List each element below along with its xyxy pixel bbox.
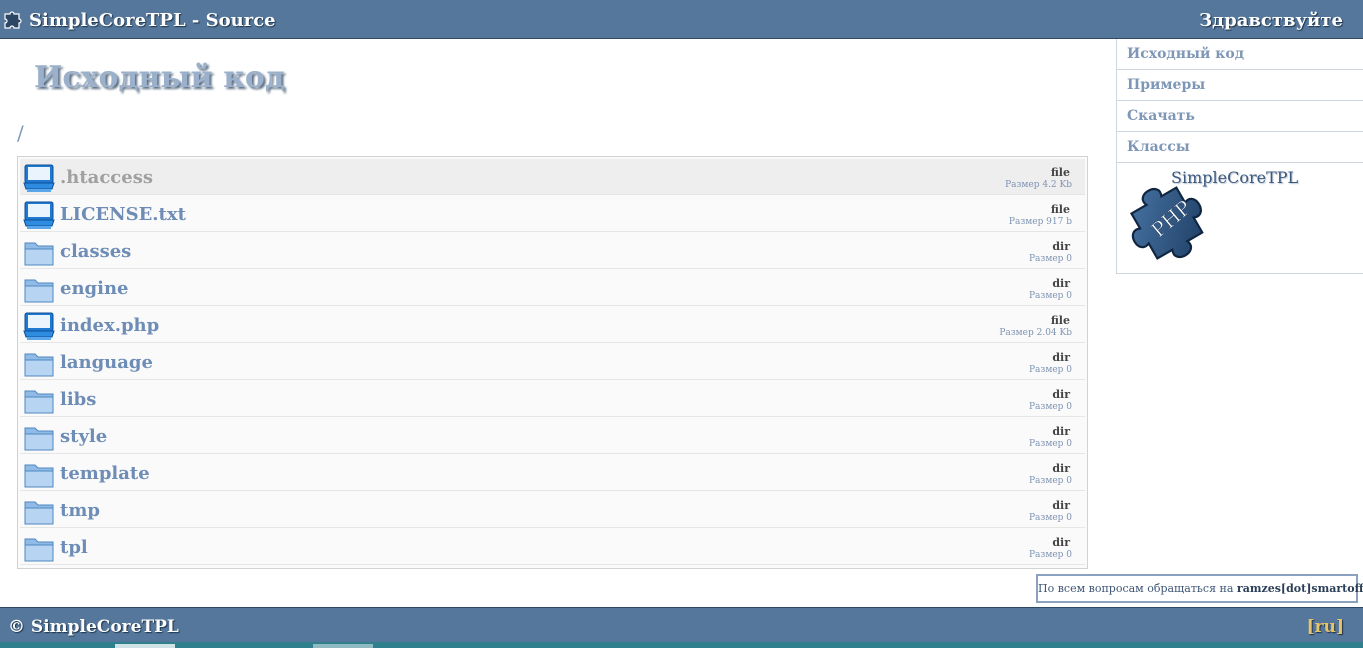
file-size-label: Размер 2.04 Kb [999,328,1072,338]
file-size-label: Размер 917 b [1008,217,1072,227]
file-size-label: Размер 0 [1028,550,1072,560]
folder-icon[interactable] [23,348,55,378]
file-name-link[interactable]: tmp [60,500,100,521]
contact-box: По всем вопросам обращаться на ramzes[do… [1036,574,1363,603]
file-icon[interactable] [23,163,55,193]
top-header: SimpleCoreTPL - Source Здравствуйте [0,0,1363,39]
file-row[interactable]: classes dir Размер 0 [20,233,1085,269]
file-type-label: dir [1052,388,1070,401]
copyright-text: © SimpleCoreTPL [8,617,179,637]
file-type-label: dir [1052,462,1070,475]
file-row[interactable]: engine dir Размер 0 [20,270,1085,306]
sidebar-item-label[interactable]: Примеры [1127,77,1205,93]
file-name-link[interactable]: style [60,426,107,447]
contact-text: По всем вопросам обращаться на [1038,582,1237,595]
sidebar-item-label[interactable]: Скачать [1127,108,1195,124]
breadcrumb-root[interactable]: / [17,121,24,145]
file-row[interactable]: index.php file Размер 2.04 Kb [20,307,1085,343]
file-list: .htaccess file Размер 4.2 Kb LICENSE.txt fil… [17,156,1088,569]
file-icon[interactable] [23,200,55,230]
file-icon[interactable] [23,311,55,341]
file-size-label: Размер 0 [1028,365,1072,375]
file-type-label: dir [1052,536,1070,549]
sidebar: Исходный код Примеры Скачать Классы PHP … [1116,39,1363,274]
folder-icon[interactable] [23,237,55,267]
puzzle-logo-icon[interactable] [2,8,24,30]
file-type-label: file [1050,314,1070,327]
sidebar-item-examples[interactable]: Примеры [1117,70,1363,101]
file-type-label: dir [1052,240,1070,253]
folder-icon[interactable] [23,459,55,489]
logo-caption: SimpleCoreTPL [1171,168,1299,187]
file-name-link[interactable]: .htaccess [60,167,153,188]
file-type-label: dir [1052,351,1070,364]
file-type-label: file [1050,203,1070,216]
file-size-label: Размер 0 [1028,476,1072,486]
file-row[interactable]: template dir Размер 0 [20,455,1085,491]
site-title[interactable]: SimpleCoreTPL - Source [29,10,276,31]
file-name-link[interactable]: index.php [60,315,159,336]
file-name-link[interactable]: template [60,463,150,484]
taskbar-button[interactable] [115,644,175,648]
file-size-label: Размер 0 [1028,513,1072,523]
file-name-link[interactable]: tpl [60,537,88,558]
sidebar-item-label[interactable]: Классы [1127,139,1190,155]
sidebar-item-source[interactable]: Исходный код [1117,39,1363,70]
file-size-label: Размер 0 [1028,402,1072,412]
file-row[interactable]: .htaccess file Размер 4.2 Kb [20,159,1085,195]
file-name-link[interactable]: libs [60,389,96,410]
file-type-label: file [1050,166,1070,179]
folder-icon[interactable] [23,496,55,526]
file-name-link[interactable]: language [60,352,153,373]
file-row[interactable]: libs dir Размер 0 [20,381,1085,417]
file-type-label: dir [1052,499,1070,512]
file-row[interactable]: style dir Размер 0 [20,418,1085,454]
file-row[interactable]: LICENSE.txt file Размер 917 b [20,196,1085,232]
file-name-link[interactable]: engine [60,278,129,299]
taskbar-button[interactable] [313,644,373,648]
file-row[interactable]: tmp dir Размер 0 [20,492,1085,528]
folder-icon[interactable] [23,422,55,452]
file-type-label: dir [1052,425,1070,438]
contact-email[interactable]: ramzes[dot]smartoff.net [1237,582,1363,595]
folder-icon[interactable] [23,533,55,563]
language-switch[interactable]: [ru] [1307,617,1344,637]
page-title: Исходный код [34,60,285,95]
file-size-label: Размер 0 [1028,439,1072,449]
file-size-label: Размер 4.2 Kb [1005,180,1072,190]
file-row[interactable]: language dir Размер 0 [20,344,1085,380]
file-size-label: Размер 0 [1028,254,1072,264]
taskbar-strip [0,642,1363,648]
file-type-label: dir [1052,277,1070,290]
file-name-link[interactable]: classes [60,241,131,262]
file-name-link[interactable]: LICENSE.txt [60,204,186,225]
folder-icon[interactable] [23,385,55,415]
greeting-text: Здравствуйте [1199,10,1343,31]
sidebar-item-download[interactable]: Скачать [1117,101,1363,132]
footer: © SimpleCoreTPL [ru] [0,607,1363,643]
folder-icon[interactable] [23,274,55,304]
file-row[interactable]: tpl dir Размер 0 [20,529,1085,565]
file-size-label: Размер 0 [1028,291,1072,301]
sidebar-item-label[interactable]: Исходный код [1127,46,1244,62]
sidebar-item-classes[interactable]: Классы [1117,132,1363,163]
